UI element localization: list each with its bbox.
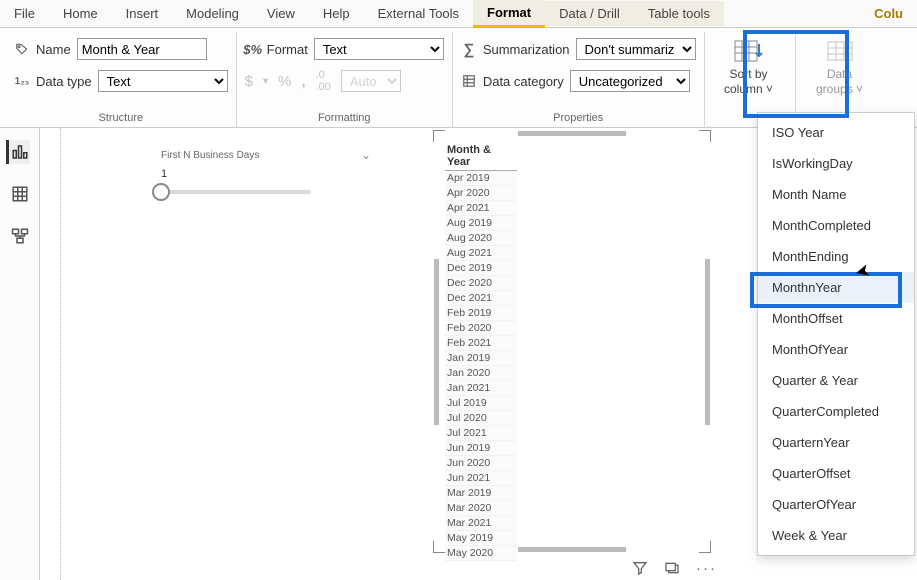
group-label-properties: Properties	[461, 109, 696, 127]
menu-item[interactable]: IsWorkingDay	[758, 148, 914, 179]
chevron-down-icon[interactable]: ⌄	[361, 148, 371, 162]
percent-button[interactable]: %	[278, 73, 291, 90]
tab-format[interactable]: Format	[473, 0, 545, 28]
format-select[interactable]: Text	[314, 38, 444, 60]
data-groups-button[interactable]: Data groups ˅	[804, 36, 876, 100]
chevron-down-icon: ˅	[766, 82, 773, 96]
sigma-icon: ∑	[461, 41, 477, 57]
format-label: Format	[267, 42, 308, 57]
decimals-button[interactable]: .0.00	[316, 69, 331, 93]
menu-item[interactable]: MonthCompleted	[758, 210, 914, 241]
more-options-icon[interactable]: ···	[696, 560, 717, 577]
sort-label-2: column	[724, 82, 763, 96]
group-label-formatting: Formatting	[245, 109, 444, 127]
tab-data-drill[interactable]: Data / Drill	[545, 1, 634, 26]
data-view-button[interactable]	[8, 182, 32, 206]
menu-item[interactable]: QuarterOffset	[758, 458, 914, 489]
resize-handle[interactable]	[433, 541, 445, 553]
name-field[interactable]	[77, 38, 207, 60]
report-view-button[interactable]	[6, 140, 30, 164]
sort-by-column-button[interactable]: Sort by column ˅	[713, 36, 785, 100]
sort-label-1: Sort by	[730, 68, 768, 81]
data-category-label: Data category	[483, 74, 564, 89]
group-properties: ∑ Summarization Don't summarize Data cat…	[453, 32, 705, 127]
comma-button[interactable]: ,	[301, 73, 305, 90]
slicer-slider[interactable]	[161, 190, 311, 194]
groups-label-1: Data	[827, 68, 852, 81]
sort-icon	[734, 40, 764, 64]
datatype-icon: 1₂₃	[14, 73, 30, 89]
menu-item[interactable]: MonthnYear	[758, 272, 914, 303]
summarization-select[interactable]: Don't summarize	[576, 38, 696, 60]
currency-button[interactable]: $	[245, 73, 253, 90]
resize-handle[interactable]	[518, 547, 626, 552]
menu-item[interactable]: QuarternYear	[758, 427, 914, 458]
group-structure: Name 1₂₃ Data type Text Structure	[6, 32, 237, 127]
resize-handle[interactable]	[705, 259, 710, 425]
groups-icon	[826, 40, 854, 64]
group-formatting: $% Format Text $▾ % , .0.00 Auto Formatt…	[237, 32, 453, 127]
decimals-select[interactable]: Auto	[341, 70, 401, 92]
view-rail	[0, 128, 40, 580]
name-label: Name	[36, 42, 71, 57]
menu-item[interactable]: QuarterCompleted	[758, 396, 914, 427]
menu-item[interactable]: ISO Year	[758, 117, 914, 148]
category-icon	[461, 73, 477, 89]
resize-handle[interactable]	[699, 541, 711, 553]
resize-handle[interactable]	[433, 130, 445, 142]
menu-item[interactable]: Week & Year	[758, 520, 914, 551]
tab-insert[interactable]: Insert	[112, 1, 173, 26]
resize-handle[interactable]	[699, 130, 711, 142]
menu-item[interactable]: QuarterOfYear	[758, 489, 914, 520]
slicer-visual[interactable]: First N Business Days ⌄ 1	[161, 148, 371, 194]
chevron-down-icon: ˅	[856, 82, 863, 96]
tab-help[interactable]: Help	[309, 1, 364, 26]
format-icon: $%	[245, 41, 261, 57]
focus-mode-icon[interactable]	[664, 560, 680, 577]
datatype-label: Data type	[36, 74, 92, 89]
slicer-value: 1	[161, 168, 371, 180]
table-visual[interactable]: Month & Year Apr 2019Apr 2020Apr 2021Aug…	[437, 134, 707, 549]
data-category-select[interactable]: Uncategorized	[570, 70, 690, 92]
model-view-button[interactable]	[8, 224, 32, 248]
slider-thumb[interactable]	[152, 183, 170, 201]
tab-file[interactable]: File	[0, 1, 49, 26]
tab-table-tools[interactable]: Table tools	[634, 1, 724, 26]
resize-handle[interactable]	[434, 259, 439, 425]
summarization-label: Summarization	[483, 42, 570, 57]
menu-item[interactable]: MonthOffset	[758, 303, 914, 334]
menu-item[interactable]: MonthEnding	[758, 241, 914, 272]
tab-home[interactable]: Home	[49, 1, 112, 26]
tab-view[interactable]: View	[253, 1, 309, 26]
selection-frame	[437, 134, 707, 549]
group-label-structure: Structure	[14, 109, 228, 127]
menu-item[interactable]: Month Name	[758, 179, 914, 210]
menu-item[interactable]: MonthOfYear	[758, 334, 914, 365]
groups-label-2: groups	[816, 82, 853, 96]
tag-icon	[14, 41, 30, 57]
tab-modeling[interactable]: Modeling	[172, 1, 253, 26]
datatype-select[interactable]: Text	[98, 70, 228, 92]
tab-external-tools[interactable]: External Tools	[364, 1, 473, 26]
sort-by-column-menu: ISO YearIsWorkingDayMonth NameMonthCompl…	[757, 112, 915, 556]
filter-icon[interactable]	[632, 560, 648, 577]
resize-handle[interactable]	[518, 131, 626, 136]
tab-column-tools[interactable]: Colu	[860, 1, 917, 26]
slicer-title: First N Business Days	[161, 150, 259, 161]
menu-item[interactable]: Quarter & Year	[758, 365, 914, 396]
ribbon-tabs: File Home Insert Modeling View Help Exte…	[0, 0, 917, 28]
